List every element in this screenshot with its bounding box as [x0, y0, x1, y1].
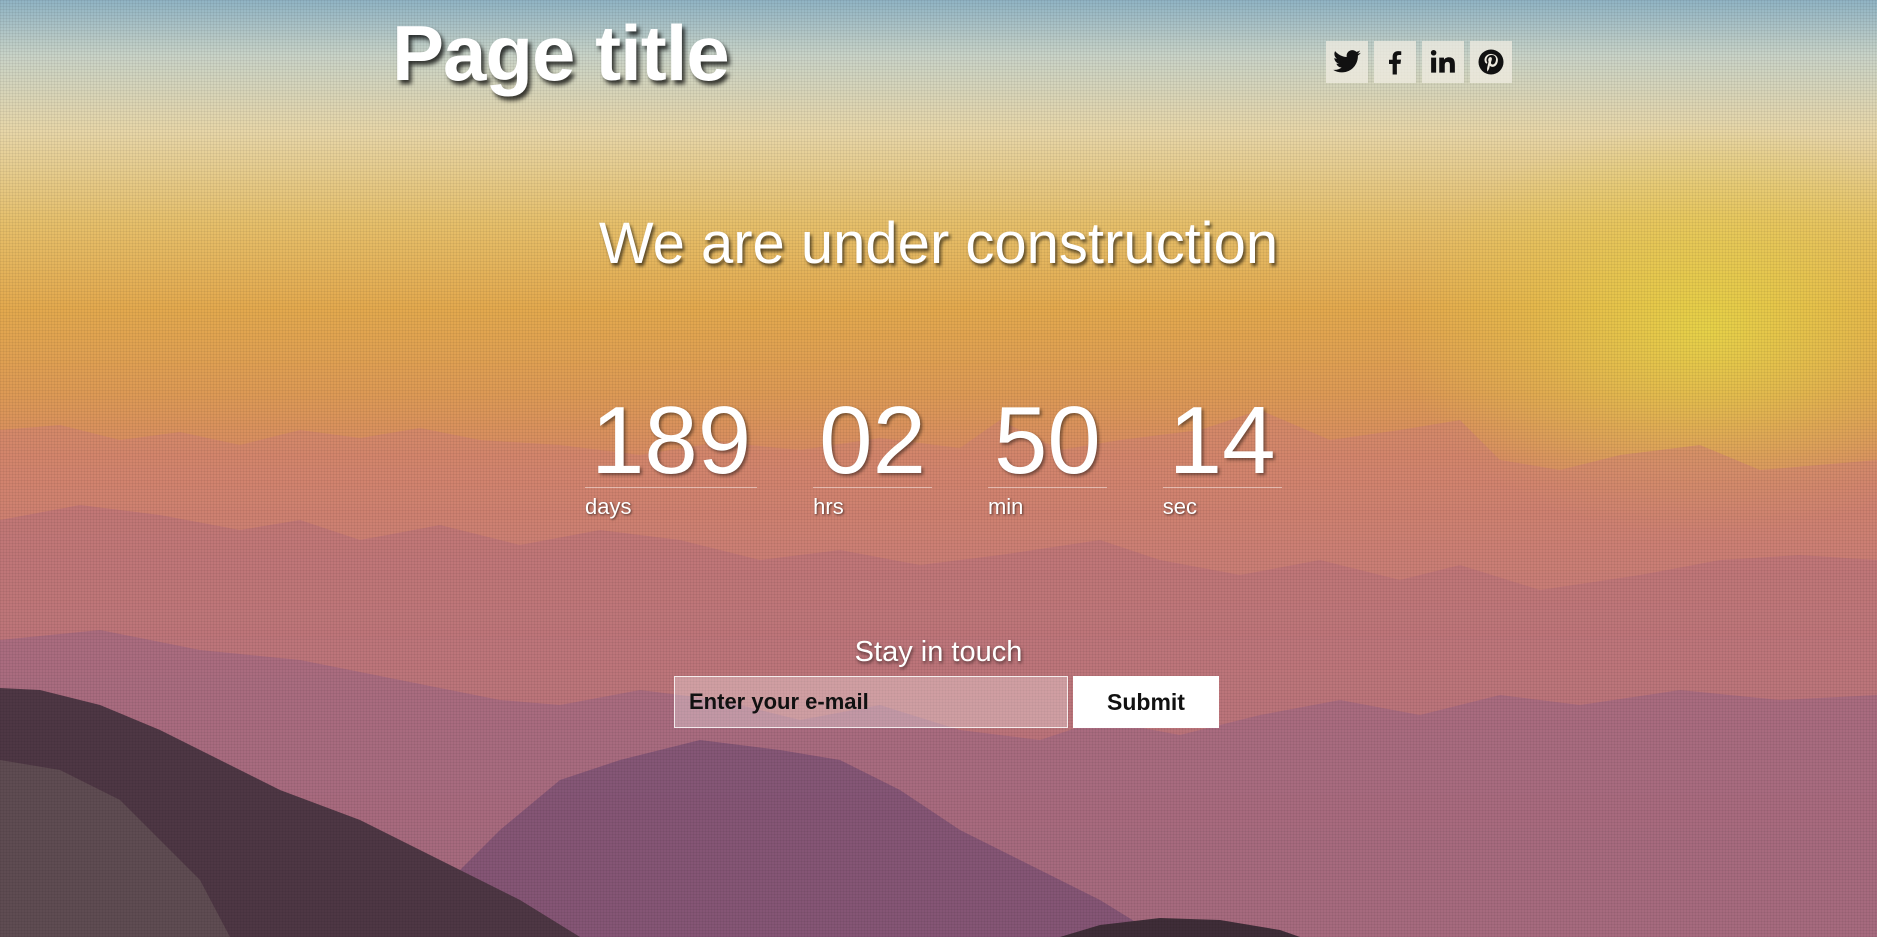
countdown-label: min [987, 494, 1024, 519]
stay-in-touch-heading: Stay in touch [854, 636, 1023, 668]
page-title: Page title [392, 9, 730, 97]
submit-button[interactable]: Submit [1073, 676, 1219, 728]
pinterest-icon [1478, 49, 1504, 75]
countdown-timer: 189 days 02 hrs 50 min 14 sec [585, 393, 1282, 520]
linkedin-button[interactable] [1422, 41, 1464, 83]
twitter-button[interactable] [1326, 41, 1368, 83]
countdown-label: days [585, 494, 632, 519]
subscribe-form: Submit [674, 676, 1219, 728]
email-field[interactable] [674, 676, 1068, 728]
countdown-label: hrs [813, 494, 844, 519]
linkedin-icon [1430, 50, 1455, 73]
countdown-days: 189 days [585, 393, 758, 520]
construction-headline: We are under construction [598, 211, 1279, 276]
facebook-icon [1389, 51, 1402, 75]
social-links [1326, 41, 1512, 83]
pinterest-button[interactable] [1470, 41, 1512, 83]
countdown-value: 02 [813, 393, 932, 489]
countdown-value: 189 [585, 393, 758, 489]
countdown-seconds: 14 sec [1162, 393, 1282, 520]
page-background: Page title We are under construction 189… [0, 0, 1877, 937]
countdown-value: 50 [987, 393, 1107, 489]
countdown-hours: 02 hrs [813, 393, 932, 520]
twitter-icon [1333, 50, 1361, 73]
countdown-value: 14 [1162, 393, 1282, 489]
countdown-minutes: 50 min [987, 393, 1107, 520]
countdown-label: sec [1162, 494, 1197, 519]
facebook-button[interactable] [1374, 41, 1416, 83]
